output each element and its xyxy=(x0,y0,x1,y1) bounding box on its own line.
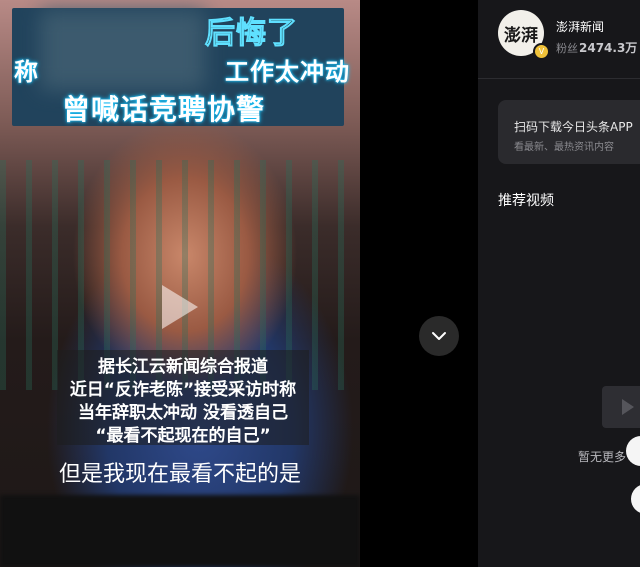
video-info-box: 据长江云新闻综合报道 近日“反诈老陈”接受采访时称 当年辞职太冲动 没看透自己 … xyxy=(57,350,309,446)
floating-action-button[interactable] xyxy=(626,436,640,466)
play-icon xyxy=(622,399,634,415)
divider xyxy=(478,78,640,79)
video-caption-line2-right: 工作太冲动 xyxy=(225,58,350,86)
followers-count: 2474.3万 xyxy=(579,41,638,55)
blurred-region xyxy=(0,495,360,567)
empty-video-placeholder xyxy=(602,386,640,428)
download-card-subtitle: 看最新、最热资讯内容 xyxy=(514,142,614,153)
recommended-videos-heading: 推荐视频 xyxy=(498,193,554,209)
play-icon[interactable] xyxy=(162,285,198,329)
right-panel: 澎湃 V 澎湃新闻 粉丝 2474.3万 扫码下载今日头条APP 看最新、最热资… xyxy=(478,0,640,567)
video-player[interactable]: 后悔了 称 工作太冲动 曾喊话竞聘协警 据长江云新闻综合报道 近日“反诈老陈”接… xyxy=(0,0,360,567)
collapse-button[interactable] xyxy=(419,316,459,356)
info-line: 近日“反诈老陈”接受采访时称 xyxy=(69,380,297,400)
avatar-text: 澎湃 xyxy=(504,25,538,46)
followers-label: 粉丝 xyxy=(556,42,578,55)
blurred-region xyxy=(40,10,205,90)
video-caption-line1: 后悔了 xyxy=(205,16,298,52)
chevron-down-icon xyxy=(432,332,446,340)
app-download-card[interactable]: 扫码下载今日头条APP 看最新、最热资讯内容 xyxy=(498,100,640,164)
video-caption-line2-left: 称 xyxy=(14,58,39,86)
floating-action-button[interactable] xyxy=(631,484,640,514)
download-card-title: 扫码下载今日头条APP xyxy=(514,120,633,134)
info-line: 当年辞职太冲动 没看透自己 xyxy=(78,403,288,423)
info-line: 据长江云新闻综合报道 xyxy=(98,357,268,377)
video-caption-line3: 曾喊话竞聘协警 xyxy=(62,93,266,126)
author-name[interactable]: 澎湃新闻 xyxy=(556,18,604,35)
empty-state-text: 暂无更多 xyxy=(578,450,627,464)
info-line: “最看不起现在的自己” xyxy=(95,426,271,446)
verified-badge-icon: V xyxy=(533,43,550,60)
video-subtitle: 但是我现在最看不起的是 xyxy=(58,462,301,487)
